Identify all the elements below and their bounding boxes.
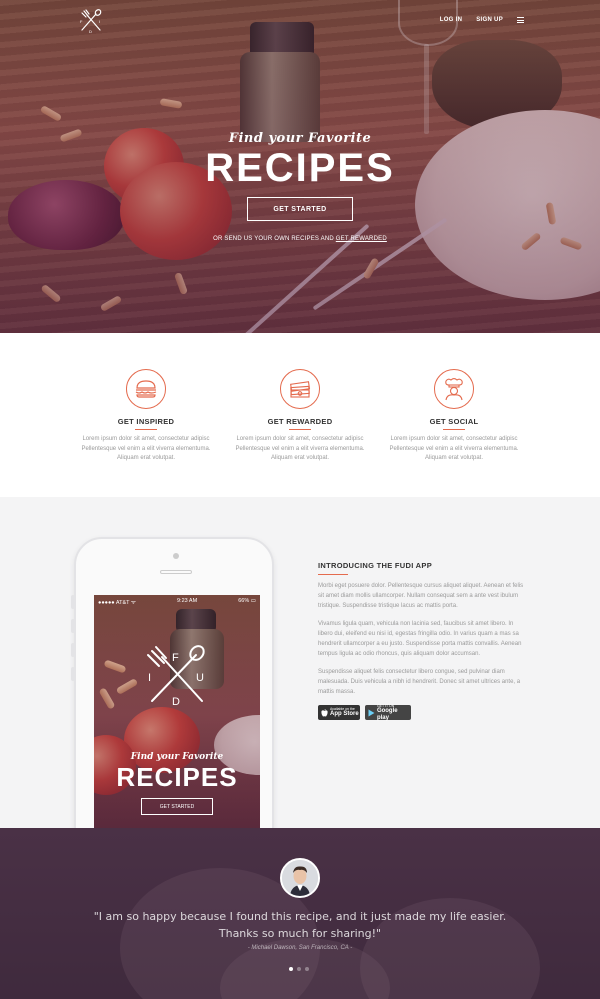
phone-camera — [173, 553, 179, 559]
testimonial-quote: "I am so happy because I found this reci… — [0, 908, 600, 942]
phone-status-bar: ●●●●● AT&T ᯤ 9:23 AM 66% ▭ — [98, 598, 256, 606]
top-nav: LOG IN SIGN UP — [440, 17, 524, 23]
avatar — [280, 858, 320, 898]
phone-mockup: ●●●●● AT&T ᯤ 9:23 AM 66% ▭ F I U D Find — [71, 537, 274, 828]
logo-letter: U — [196, 672, 204, 684]
signup-link[interactable]: SIGN UP — [476, 17, 503, 23]
login-link[interactable]: LOG IN — [440, 17, 462, 23]
feature-underline — [443, 429, 465, 430]
carousel-dot[interactable] — [305, 967, 309, 971]
phone-side-button — [71, 595, 75, 609]
svg-text:D: D — [89, 29, 92, 34]
app-store-badge[interactable]: Available on the App Store — [318, 705, 360, 720]
hero-note: OR SEND US YOUR OWN RECIPES AND GET REWA… — [0, 236, 600, 242]
feature-underline — [135, 429, 157, 430]
testimonial-author: - Michael Dawson, San Francisco, CA - — [247, 945, 353, 951]
app-heading: INTRODUCING THE FUDI APP — [318, 561, 433, 570]
phone-screen: ●●●●● AT&T ᯤ 9:23 AM 66% ▭ F I U D Find — [94, 595, 260, 828]
logo-letter: D — [172, 696, 180, 708]
quote-line: Thanks so much for sharing!" — [218, 927, 382, 940]
app-paragraph: Vivamus ligula quam, vehicula non lacini… — [318, 621, 522, 657]
phone-side-button — [71, 667, 75, 681]
feature-get-social: GET SOCIAL Lorem ipsum dolor sit amet, c… — [384, 369, 524, 464]
chef-icon — [445, 377, 463, 401]
crossed-fork-spoon-logo-icon[interactable]: F I D — [78, 8, 104, 34]
feature-icon-circle — [280, 369, 320, 409]
features-section: GET INSPIRED Lorem ipsum dolor sit amet,… — [0, 333, 600, 497]
feature-title: GET REWARDED — [267, 417, 333, 426]
phone-battery-level: 66% — [238, 598, 250, 604]
svg-text:F: F — [80, 19, 83, 24]
feature-title: GET INSPIRED — [117, 417, 175, 426]
app-paragraph: Suspendisse aliquet felis consectetur li… — [318, 669, 521, 695]
app-store-text: Available on the App Store — [330, 707, 359, 718]
testimonial-section: "I am so happy because I found this reci… — [0, 828, 600, 999]
google-play-icon — [368, 709, 375, 716]
get-started-button[interactable]: GET STARTED — [247, 197, 353, 221]
app-store-big: App Store — [330, 711, 359, 717]
app-heading-underline — [318, 574, 348, 575]
hero-title: RECIPES — [205, 146, 395, 190]
person-avatar-icon — [282, 860, 318, 896]
phone-side-button — [71, 619, 75, 633]
app-description: INTRODUCING THE FUDI APP Morbi eget posu… — [318, 561, 528, 722]
get-rewarded-link[interactable]: GET REWARDED — [336, 236, 387, 242]
logo-letter: I — [148, 672, 151, 684]
cash-stack-icon — [290, 381, 311, 398]
feature-get-inspired: GET INSPIRED Lorem ipsum dolor sit amet,… — [76, 369, 216, 464]
hero-section: F I D LOG IN SIGN UP Find your Favorite … — [0, 0, 600, 333]
store-badges: Available on the App Store GET IT ON Goo… — [318, 704, 528, 722]
google-play-text: GET IT ON Google play — [377, 704, 411, 722]
carousel-dot[interactable] — [289, 967, 293, 971]
phone-carrier: ●●●●● AT&T ᯤ — [98, 600, 136, 606]
fudi-logo-icon: F I U D — [147, 645, 205, 708]
phone-battery: 66% ▭ — [238, 598, 256, 604]
screen-overlay — [94, 595, 260, 828]
app-section: ●●●●● AT&T ᯤ 9:23 AM 66% ▭ F I U D Find — [0, 497, 600, 828]
burger-icon — [135, 380, 157, 398]
carousel-dots — [289, 967, 309, 971]
phone-title: RECIPES — [116, 762, 238, 792]
svg-text:I: I — [99, 19, 100, 24]
apple-icon — [321, 708, 328, 716]
quote-line: "I am so happy because I found this reci… — [93, 910, 507, 923]
phone-speaker — [160, 570, 192, 574]
phone-subtitle: Find your Favorite — [130, 752, 224, 762]
google-play-badge[interactable]: GET IT ON Google play — [365, 704, 411, 722]
google-play-big: Google play — [376, 707, 398, 721]
feature-title: GET SOCIAL — [429, 417, 479, 426]
hamburger-menu-icon[interactable] — [517, 17, 524, 23]
app-paragraph: Morbi eget posuere dolor. Pellentesque c… — [318, 583, 524, 609]
feature-get-rewarded: GET REWARDED Lorem ipsum dolor sit amet,… — [230, 369, 370, 464]
feature-icon-circle — [126, 369, 166, 409]
phone-side-button — [71, 643, 75, 657]
hero-note-text: OR SEND US YOUR OWN RECIPES AND — [213, 236, 336, 242]
phone-time: 9:23 AM — [177, 598, 198, 604]
hero-subtitle: Find your Favorite — [228, 131, 372, 146]
feature-icon-circle — [434, 369, 474, 409]
logo-letter: F — [172, 652, 179, 664]
feature-text: Lorem ipsum dolor sit amet, consectetur … — [389, 436, 519, 461]
feature-text: Lorem ipsum dolor sit amet, consectetur … — [81, 436, 211, 461]
phone-get-started-button: GET STARTED — [141, 798, 213, 815]
feature-underline — [289, 429, 311, 430]
feature-text: Lorem ipsum dolor sit amet, consectetur … — [235, 436, 365, 461]
carousel-dot[interactable] — [297, 967, 301, 971]
